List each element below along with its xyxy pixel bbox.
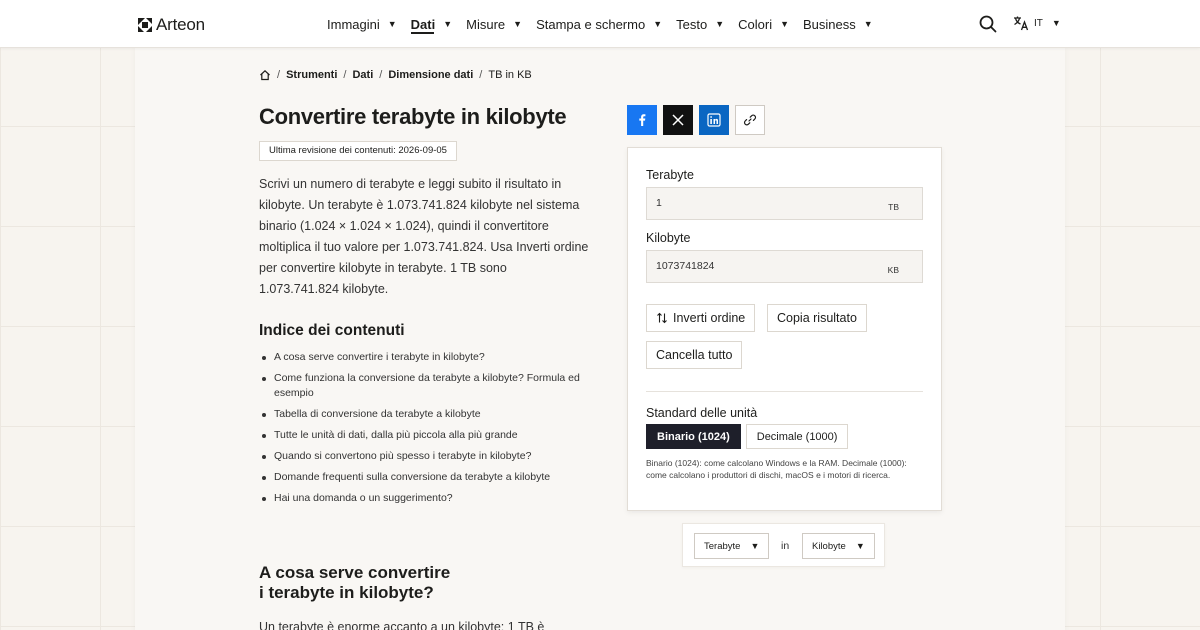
breadcrumb-link[interactable]: Strumenti: [286, 69, 337, 81]
from-unit-select-value: Terabyte: [704, 540, 741, 552]
to-label: Kilobyte: [646, 231, 691, 245]
nav-item-dati[interactable]: Dati ▼: [410, 0, 453, 48]
facebook-icon: [639, 114, 646, 126]
to-unit: KB: [887, 265, 899, 275]
from-field[interactable]: TB: [646, 187, 923, 220]
share-linkedin-button[interactable]: [699, 105, 729, 135]
breadcrumb-link[interactable]: Dimensione dati: [388, 69, 473, 81]
top-navigation-bar: Arteon Immagini ▼ Dati ▼ Misure ▼ Stampa e …: [0, 0, 1200, 48]
toc-title: Indice dei contenuti: [259, 322, 405, 339]
nav-label: Immagini: [327, 16, 380, 32]
toc-link[interactable]: A cosa serve convertire i terabyte in ki…: [259, 350, 594, 365]
swap-order-button[interactable]: Inverti ordine: [646, 304, 756, 332]
logo-icon: [138, 18, 152, 32]
copy-link-button[interactable]: [735, 105, 765, 135]
caret-down-icon: ▼: [855, 541, 865, 551]
toc-link[interactable]: Tabella di conversione da terabyte a kil…: [259, 407, 594, 422]
breadcrumb: / Strumenti / Dati / Dimensione dati / T…: [259, 69, 532, 81]
link-icon: [743, 114, 757, 126]
breadcrumb-link[interactable]: Dati: [352, 69, 373, 81]
to-input[interactable]: [656, 260, 866, 272]
breadcrumb-current: TB in KB: [488, 69, 532, 81]
share-buttons: [627, 105, 765, 135]
home-icon[interactable]: [259, 69, 271, 81]
toc-link[interactable]: Tutte le unità di dati, dalla più piccol…: [259, 428, 594, 443]
swap-order-label: Inverti ordine: [673, 311, 746, 325]
caret-down-icon: ▼: [387, 19, 397, 29]
nav-item-misure[interactable]: Misure ▼: [466, 0, 522, 48]
revision-badge: Ultima revisione dei contenuti: 2026-09-…: [259, 141, 457, 161]
from-input[interactable]: [656, 197, 866, 209]
nav-label: Testo: [676, 16, 708, 32]
toc-link[interactable]: Domande frequenti sulla conversione da t…: [259, 470, 594, 485]
nav-item-immagini[interactable]: Immagini ▼: [327, 0, 397, 48]
share-facebook-button[interactable]: [627, 105, 657, 135]
share-x-button[interactable]: [663, 105, 693, 135]
section-paragraph: Un terabyte è enorme accanto a un kiloby…: [259, 620, 545, 630]
x-icon: [672, 114, 684, 126]
main-nav: Immagini ▼ Dati ▼ Misure ▼ Stampa e schermo…: [327, 0, 887, 48]
to-field[interactable]: KB: [646, 250, 923, 283]
unit-pair-selector: Terabyte ▼ in Kilobyte ▼: [682, 523, 885, 567]
binary-standard-button[interactable]: Binario (1024): [646, 424, 741, 449]
toc-link[interactable]: Come funziona la conversione da terabyte…: [259, 371, 594, 401]
copy-result-label: Copia risultato: [777, 311, 857, 325]
toc-link[interactable]: Quando si convertono più spesso i teraby…: [259, 449, 594, 464]
unit-standard-toggle: Binario (1024) Decimale (1000): [646, 424, 849, 449]
swap-icon: [657, 312, 667, 324]
nav-label: Colori: [738, 16, 773, 32]
linkedin-icon: [707, 113, 721, 127]
nav-item-testo[interactable]: Testo ▼: [676, 0, 724, 48]
caret-down-icon: ▼: [780, 19, 790, 29]
translate-icon: [1014, 16, 1029, 31]
caret-down-icon: ▼: [513, 19, 523, 29]
breadcrumb-separator: /: [479, 69, 483, 81]
clear-all-button[interactable]: Cancella tutto: [646, 341, 743, 369]
unit-standard-label: Standard delle unità: [646, 406, 758, 420]
toc-link[interactable]: Hai una domanda o un suggerimento?: [259, 491, 594, 506]
caret-down-icon: ▼: [715, 19, 725, 29]
breadcrumb-separator: /: [277, 69, 281, 81]
nav-label: Dati: [410, 16, 436, 32]
caret-down-icon: ▼: [750, 541, 760, 551]
language-selector[interactable]: IT ▼: [1013, 15, 1061, 31]
copy-result-button[interactable]: Copia risultato: [767, 304, 867, 332]
caret-down-icon: ▼: [1051, 18, 1061, 28]
caret-down-icon: ▼: [653, 19, 663, 29]
logo[interactable]: Arteon: [137, 15, 205, 35]
from-label: Terabyte: [646, 168, 694, 182]
pair-in-label: in: [781, 540, 790, 552]
divider: [646, 391, 923, 392]
from-unit: TB: [888, 202, 899, 212]
section-heading-line: i terabyte in kilobyte?: [259, 583, 434, 602]
to-unit-select-value: Kilobyte: [812, 540, 846, 552]
caret-down-icon: ▼: [863, 19, 873, 29]
language-code: IT: [1034, 17, 1043, 29]
nav-label: Stampa e schermo: [536, 16, 646, 32]
section-heading-line: A cosa serve convertire: [259, 563, 451, 582]
page-title: Convertire terabyte in kilobyte: [259, 104, 567, 129]
nav-item-stampa-e-schermo[interactable]: Stampa e schermo ▼: [536, 0, 662, 48]
from-unit-select[interactable]: Terabyte ▼: [694, 533, 770, 559]
logo-text: Arteon: [156, 15, 205, 34]
section-heading: A cosa serve convertire i terabyte in ki…: [259, 563, 499, 603]
to-unit-select[interactable]: Kilobyte ▼: [802, 533, 875, 559]
unit-standard-note: Binario (1024): come calcolano Windows e…: [646, 458, 907, 480]
nav-item-colori[interactable]: Colori ▼: [738, 0, 789, 48]
intro-paragraph: Scrivi un numero di terabyte e leggi sub…: [259, 177, 589, 296]
breadcrumb-separator: /: [343, 69, 347, 81]
nav-label: Misure: [466, 16, 506, 32]
clear-all-label: Cancella tutto: [656, 348, 733, 362]
converter-panel: Terabyte TB Kilobyte KB Inverti ordine C…: [627, 147, 942, 511]
breadcrumb-separator: /: [379, 69, 383, 81]
nav-label: Business: [803, 16, 856, 32]
decimal-standard-button[interactable]: Decimale (1000): [745, 424, 849, 449]
toc-list: A cosa serve convertire i terabyte in ki…: [259, 350, 594, 512]
search-icon[interactable]: [979, 15, 997, 33]
caret-down-icon: ▼: [443, 19, 453, 29]
nav-item-business[interactable]: Business ▼: [803, 0, 873, 48]
